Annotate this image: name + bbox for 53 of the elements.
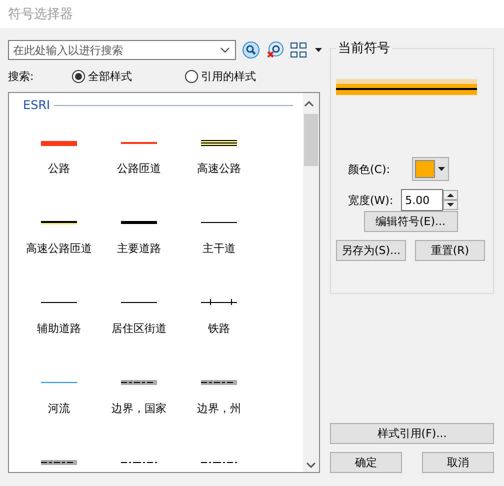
reset-button[interactable]: 重置(R) (415, 240, 485, 261)
chevron-down-icon[interactable] (220, 47, 230, 53)
clear-search-icon (266, 41, 284, 59)
symbol-label[interactable]: 居住区街道 (112, 321, 166, 336)
scroll-down-icon (306, 462, 316, 468)
color-picker[interactable] (412, 157, 449, 181)
search-icon (242, 41, 260, 59)
color-label: 颜色(C): (348, 162, 391, 176)
symbol-label[interactable]: 边界，州 (197, 401, 241, 416)
symbol-label[interactable]: 公路 (48, 161, 70, 176)
save-as-button[interactable]: 另存为(S)... (336, 240, 406, 261)
group-heading: ESRI (23, 98, 50, 112)
cancel-button[interactable]: 取消 (422, 452, 494, 473)
search-field[interactable]: 在此处输入以进行搜索 (8, 40, 236, 60)
caret-down-icon (438, 167, 445, 171)
window-title: 符号选择器 (8, 6, 73, 23)
style-references-button[interactable]: 样式引用(F)... (330, 423, 494, 444)
scrollbar[interactable] (303, 93, 319, 472)
symbol-label[interactable]: 高速公路 (197, 161, 241, 176)
line-symbol-icon (121, 378, 157, 387)
clear-search-button[interactable] (266, 40, 284, 60)
width-field[interactable]: 5.00 (401, 189, 444, 211)
radio-button[interactable] (185, 70, 198, 82)
scroll-up-icon (304, 101, 314, 107)
width-label: 宽度(W): (348, 192, 394, 208)
line-preview-icon (336, 79, 477, 95)
symbol-label[interactable]: 高速公路匝道 (26, 241, 92, 256)
line-symbol-icon (121, 218, 157, 227)
search-button[interactable] (242, 40, 260, 60)
symbol-label[interactable]: 河流 (48, 401, 70, 416)
grid-view-icon (290, 42, 322, 58)
radio-button[interactable] (72, 70, 85, 82)
radio-label[interactable]: 全部样式 (88, 68, 132, 84)
view-options-button[interactable] (290, 40, 322, 60)
panel-title: 当前符号 (337, 40, 391, 57)
radio-label[interactable]: 引用的样式 (201, 68, 256, 84)
spin-arrows-icon[interactable] (443, 190, 458, 210)
scroll-thumb[interactable] (304, 114, 318, 166)
symbol-label[interactable]: 主干道 (202, 241, 236, 256)
edit-symbol-button[interactable]: 编辑符号(E)... (364, 211, 458, 232)
symbol-label[interactable]: 主要道路 (117, 241, 161, 256)
line-symbol-icon (201, 138, 237, 147)
symbol-label[interactable]: 辅助道路 (37, 321, 81, 336)
search-scope-label: 搜索: (8, 68, 35, 84)
line-symbol-icon (201, 378, 237, 387)
line-symbol-icon (41, 138, 77, 147)
line-symbol-icon (41, 218, 77, 227)
ok-button[interactable]: 确定 (330, 452, 402, 473)
line-symbol-icon (201, 298, 237, 307)
line-symbol-icon (41, 458, 77, 467)
symbol-label[interactable]: 公路匝道 (117, 161, 161, 176)
symbol-label[interactable]: 铁路 (208, 321, 230, 336)
symbol-label[interactable]: 边界，国家 (112, 401, 166, 416)
